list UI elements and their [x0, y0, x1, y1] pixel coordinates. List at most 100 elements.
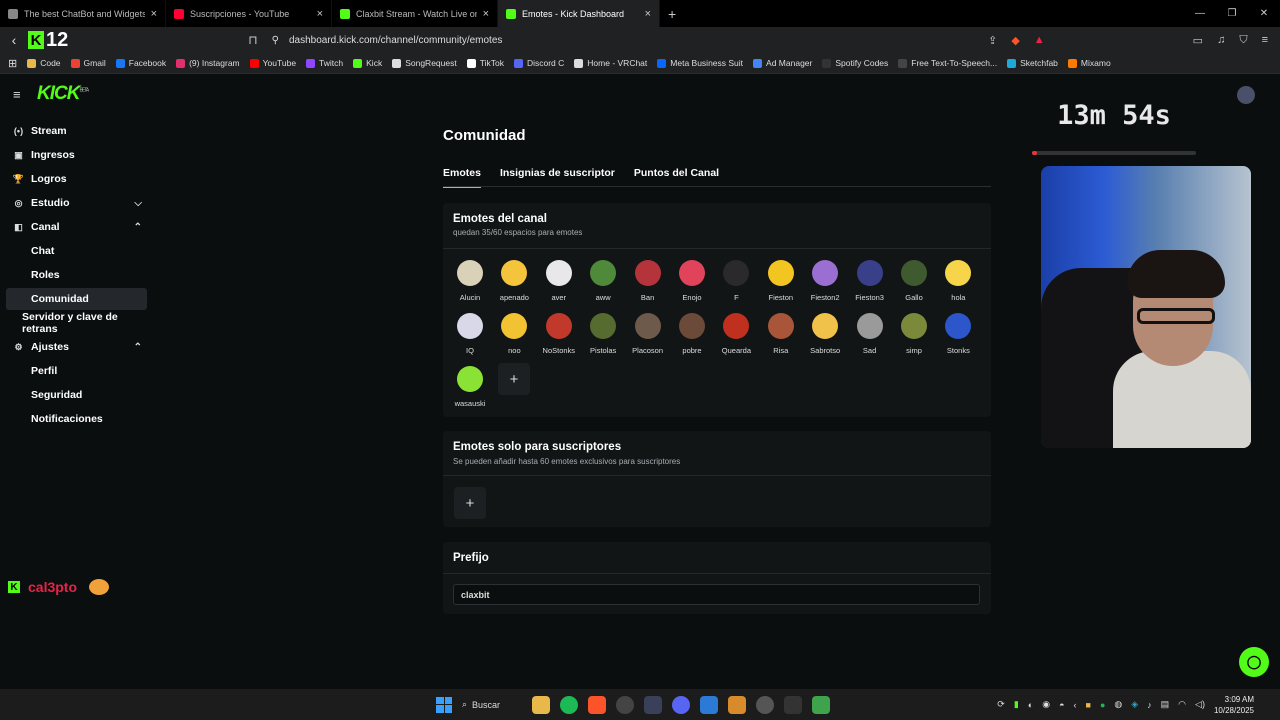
chevron-icon[interactable]: ⌃	[134, 222, 142, 233]
emote-item[interactable]: IQ	[448, 313, 492, 355]
sidebar-item-stream[interactable]: (•) Stream	[6, 120, 147, 142]
emote-item[interactable]: noo	[492, 313, 536, 355]
taskbar-search[interactable]: ⌕ Buscar	[462, 699, 522, 710]
close-tab-icon[interactable]: ×	[645, 8, 651, 20]
app-icon[interactable]	[784, 695, 802, 714]
sidebar-item-comunidad[interactable]: Comunidad	[6, 288, 147, 310]
emote-item[interactable]: Stonks	[936, 313, 980, 355]
bookmark-item[interactable]: Spotify Codes	[822, 58, 888, 68]
volume-icon[interactable]: ◁)	[1195, 699, 1205, 710]
menu-icon[interactable]: ≡	[1262, 34, 1268, 47]
app-icon[interactable]	[812, 695, 830, 714]
close-tab-icon[interactable]: ×	[483, 8, 489, 20]
tray-icon[interactable]: ◈	[1131, 699, 1138, 710]
tray-icon[interactable]: ‹	[1074, 700, 1077, 710]
sidebar-item-chat[interactable]: Chat	[6, 240, 147, 262]
new-tab-button[interactable]: +	[660, 6, 684, 22]
tray-icon[interactable]: ■	[1086, 700, 1091, 710]
emote-item[interactable]: Pistolas	[581, 313, 625, 355]
tray-icon[interactable]: ◐	[1028, 700, 1033, 710]
url-field[interactable]: ⚲ dashboard.kick.com/channel/community/e…	[272, 35, 988, 46]
emote-item[interactable]: pobre	[670, 313, 714, 355]
bookmark-item[interactable]: Code	[27, 58, 61, 68]
microphone-icon[interactable]: ♪	[1147, 700, 1152, 710]
discord-icon[interactable]	[672, 695, 690, 714]
profile-avatar[interactable]	[1237, 86, 1255, 104]
back-icon[interactable]: ‹	[0, 32, 28, 48]
bookmark-item[interactable]: Home - VRChat	[574, 58, 647, 68]
emote-item[interactable]: Gallo	[892, 260, 936, 302]
emote-item[interactable]: NoStonks	[537, 313, 581, 355]
hamburger-menu-icon[interactable]: ≡	[13, 87, 21, 102]
add-subscriber-emote-button[interactable]: +	[454, 487, 486, 519]
kick-extension-badge[interactable]: K 12	[28, 29, 68, 52]
bookmark-item[interactable]: Free Text-To-Speech...	[898, 58, 997, 68]
bookmark-item[interactable]: Sketchfab	[1007, 58, 1058, 68]
app-icon[interactable]	[728, 695, 746, 714]
vpn-icon[interactable]: ⛉	[1239, 34, 1247, 47]
browser-tab[interactable]: Emotes - Kick Dashboard ×	[498, 0, 660, 27]
restore-icon[interactable]: ❐	[1216, 0, 1248, 27]
sidebar-toggle-icon[interactable]: ▭	[1193, 34, 1203, 47]
emote-item[interactable]: F	[714, 260, 758, 302]
apps-grid-icon[interactable]: ⊞	[8, 57, 17, 70]
emote-item[interactable]: apenado	[492, 260, 536, 302]
site-info-icon[interactable]: ⚲	[272, 35, 279, 46]
emote-item[interactable]: Alucin	[448, 260, 492, 302]
spotify-icon[interactable]	[560, 695, 578, 714]
emote-item[interactable]: Fieston3	[848, 260, 892, 302]
close-window-icon[interactable]: ✕	[1248, 0, 1280, 27]
bookmark-item[interactable]: Kick	[353, 58, 382, 68]
browser-tab[interactable]: The best ChatBot and Widgets fo ×	[0, 0, 166, 27]
wifi-icon[interactable]: ◠	[1178, 699, 1186, 710]
brave-rewards-icon[interactable]: ▲	[1034, 34, 1045, 47]
bookmark-item[interactable]: Meta Business Suit	[657, 58, 743, 68]
bookmark-item[interactable]: Ad Manager	[753, 58, 812, 68]
sidebar-item-estudio[interactable]: ◎ Estudio ⌵	[6, 192, 147, 214]
bookmark-icon[interactable]: ⊓	[248, 33, 257, 47]
emote-item[interactable]: Quearda	[714, 313, 758, 355]
steam-icon[interactable]	[756, 695, 774, 714]
bookmark-item[interactable]: Mixamo	[1067, 58, 1111, 68]
emote-item[interactable]: Fieston	[759, 260, 803, 302]
sidebar-item-notificaciones[interactable]: Notificaciones	[6, 408, 147, 430]
tray-icon[interactable]: ◓	[1059, 700, 1064, 710]
emote-item[interactable]: hola	[936, 260, 980, 302]
chevron-icon[interactable]: ⌵	[134, 198, 142, 209]
minimize-icon[interactable]: —	[1184, 0, 1216, 27]
emote-item[interactable]: aww	[581, 260, 625, 302]
tray-icon[interactable]: ▮	[1014, 699, 1019, 710]
emote-item[interactable]: wasauski	[448, 366, 492, 408]
sidebar-item-perfil[interactable]: Perfil	[6, 360, 147, 382]
sidebar-item-canal[interactable]: ◧ Canal ⌃	[6, 216, 147, 238]
file-explorer-icon[interactable]	[532, 695, 550, 714]
close-tab-icon[interactable]: ×	[151, 8, 157, 20]
sidebar-item-roles[interactable]: Roles	[6, 264, 147, 286]
emote-item[interactable]: Risa	[759, 313, 803, 355]
browser-tab[interactable]: Claxbit Stream - Watch Live on K ×	[332, 0, 498, 27]
tray-icon[interactable]: ◍	[1114, 699, 1122, 710]
chevron-icon[interactable]: ⌃	[134, 342, 142, 353]
kick-logo[interactable]: KICKBETA	[37, 83, 89, 105]
tray-icon[interactable]: ⟳	[997, 699, 1005, 710]
tab-subscriber-badges[interactable]: Insignias de suscriptor	[500, 167, 615, 188]
emote-item[interactable]: simp	[892, 313, 936, 355]
sidebar-item-ingresos[interactable]: ▣ Ingresos	[6, 144, 147, 166]
emote-item[interactable]: Fieston2	[803, 260, 847, 302]
emote-item[interactable]: Sabrotso	[803, 313, 847, 355]
support-chat-icon[interactable]: ◯	[1239, 647, 1269, 677]
bookmark-item[interactable]: Discord C	[513, 58, 564, 68]
tray-icon[interactable]: ●	[1100, 700, 1105, 710]
bookmark-item[interactable]: Facebook	[115, 58, 166, 68]
sidebar-item-ajustes[interactable]: ⚙ Ajustes ⌃	[6, 336, 147, 358]
bookmark-item[interactable]: Gmail	[70, 58, 106, 68]
media-icon[interactable]: ♫	[1217, 34, 1225, 47]
prefix-input[interactable]: claxbit	[453, 584, 980, 605]
sidebar-item-logros[interactable]: 🏆 Logros	[6, 168, 147, 190]
brave-shield-icon[interactable]: ◆	[1011, 34, 1019, 47]
close-tab-icon[interactable]: ×	[317, 8, 323, 20]
bookmark-item[interactable]: Twitch	[306, 58, 343, 68]
windows-start-icon[interactable]	[436, 696, 452, 713]
app-icon[interactable]	[644, 695, 662, 714]
network-icon[interactable]: ▤	[1161, 699, 1170, 710]
